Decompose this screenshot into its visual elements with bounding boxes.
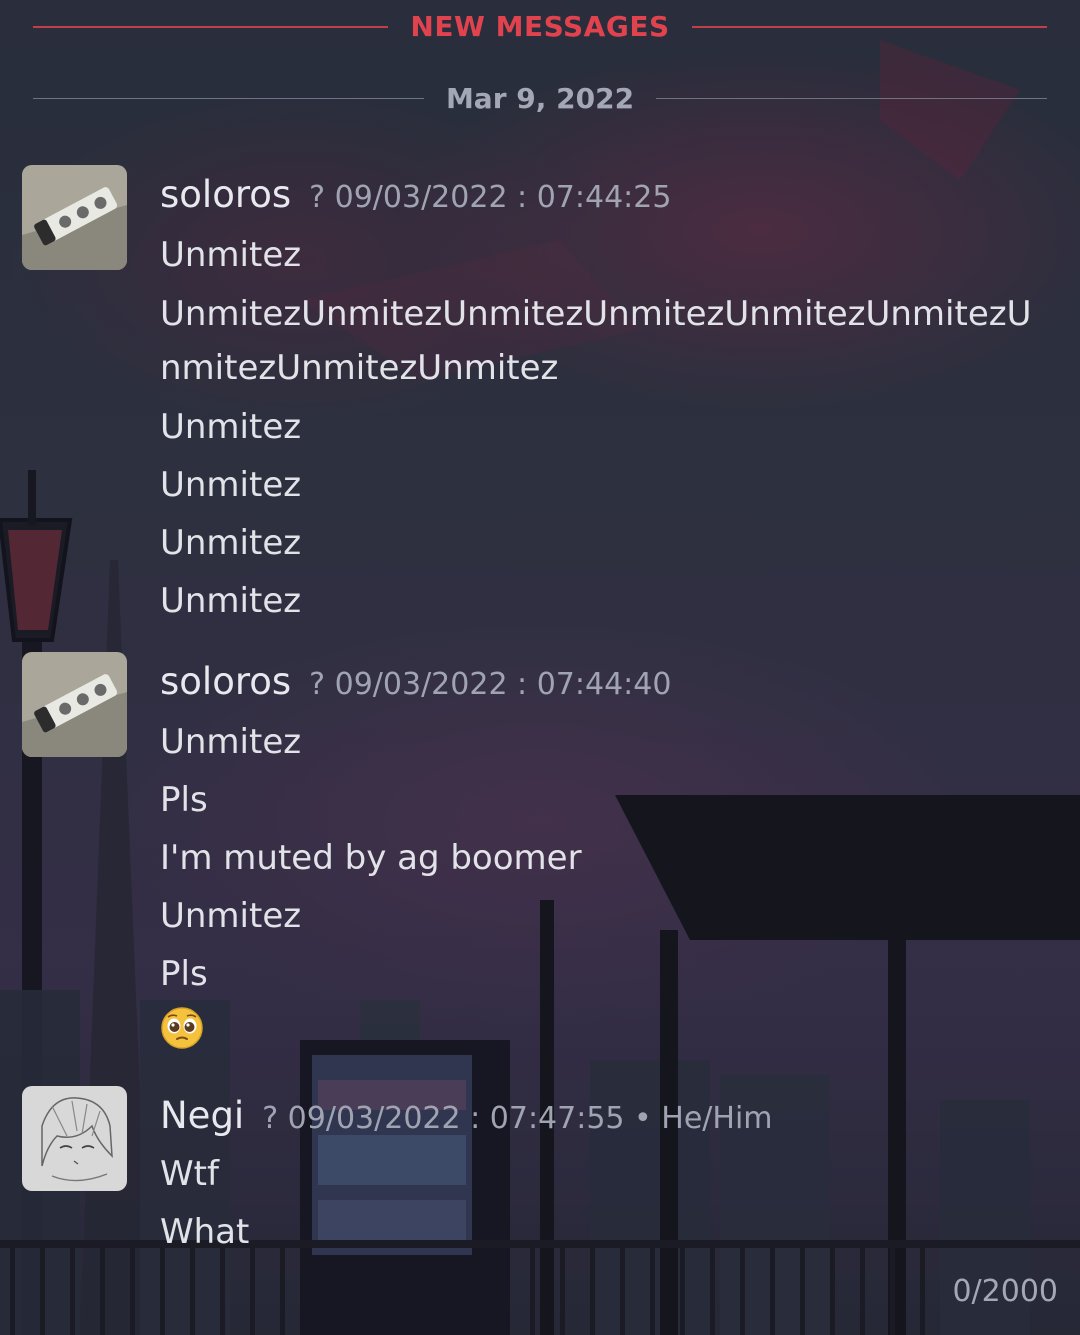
- divider-line-right: [691, 25, 1048, 28]
- pleading-face-emoji-icon: [161, 1007, 203, 1049]
- message-timestamp: ? 09/03/2022 : 07:44:25: [309, 180, 672, 215]
- message-line: Wtf: [160, 1154, 219, 1194]
- new-messages-divider: NEW MESSAGES: [33, 10, 1048, 43]
- message-line: Unmitez: [160, 581, 302, 621]
- new-messages-label: NEW MESSAGES: [410, 10, 670, 43]
- power-strip-avatar-icon: [22, 165, 127, 270]
- message-header: soloros ? 09/03/2022 : 07:44:40: [160, 660, 671, 703]
- user-avatar[interactable]: [22, 652, 127, 757]
- anime-sketch-avatar-icon: [22, 1086, 127, 1191]
- message-lines: Unmitez UnmitezUnmitezUnmitezUnmitezUnmi…: [160, 229, 1050, 633]
- user-avatar[interactable]: [22, 165, 127, 270]
- user-avatar[interactable]: [22, 1086, 127, 1191]
- message-line: Unmitez: [160, 896, 302, 936]
- username[interactable]: Negi: [160, 1094, 244, 1137]
- power-strip-avatar-icon: [22, 652, 127, 757]
- message-lines: Wtf What: [160, 1148, 1050, 1264]
- message-line-emoji: [160, 1006, 1050, 1058]
- message-lines: Unmitez Pls I'm muted by ag boomer Unmit…: [160, 716, 1050, 1058]
- date-label: Mar 9, 2022: [445, 82, 635, 115]
- username[interactable]: soloros: [160, 660, 291, 703]
- message-header: soloros ? 09/03/2022 : 07:44:25: [160, 173, 671, 216]
- message-line: Unmitez: [160, 722, 302, 762]
- message-line: What: [160, 1212, 250, 1252]
- message-line: UnmitezUnmitezUnmitezUnmitezUnmitezUnmit…: [160, 294, 1032, 388]
- message-line: Pls: [160, 780, 208, 820]
- message-line: Unmitez: [160, 407, 302, 447]
- message-line: I'm muted by ag boomer: [160, 838, 582, 878]
- message-line: Unmitez: [160, 523, 302, 563]
- date-divider-line-left: [33, 98, 424, 99]
- message-timestamp: ? 09/03/2022 : 07:44:40: [309, 667, 672, 702]
- message-timestamp: ? 09/03/2022 : 07:47:55 • He/Him: [262, 1101, 773, 1136]
- message-line: Unmitez: [160, 465, 302, 505]
- divider-line-left: [33, 25, 389, 28]
- date-divider-line-right: [656, 98, 1047, 99]
- message-header: Negi ? 09/03/2022 : 07:47:55 • He/Him: [160, 1094, 773, 1137]
- character-counter: 0/2000: [952, 1274, 1058, 1309]
- date-divider: Mar 9, 2022: [33, 82, 1047, 115]
- username[interactable]: soloros: [160, 173, 291, 216]
- message-line: Pls: [160, 954, 208, 994]
- message-line: Unmitez: [160, 235, 302, 275]
